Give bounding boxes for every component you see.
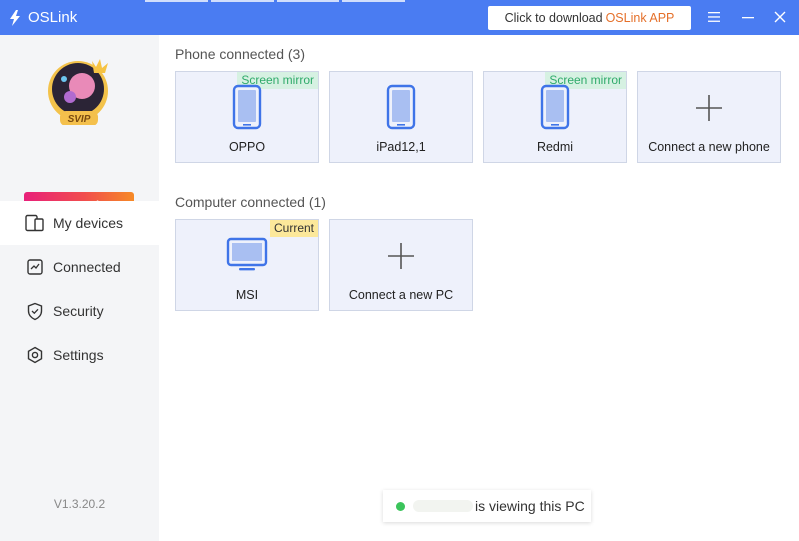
sidebar-nav: My devices Connected Security Settings	[0, 201, 159, 377]
download-highlight: OSLink APP	[605, 11, 675, 25]
minimize-button[interactable]	[737, 7, 759, 27]
viewing-status-toast: is viewing this PC	[383, 490, 591, 522]
device-name: iPad12,1	[376, 140, 426, 154]
gear-icon	[25, 345, 45, 365]
online-status-dot	[396, 501, 405, 511]
minimize-icon	[742, 17, 754, 19]
connect-pc-label: Connect a new PC	[348, 288, 454, 302]
connect-new-pc-card[interactable]: Connect a new PC	[329, 219, 473, 311]
device-card-msi[interactable]: Current MSI	[175, 219, 319, 311]
oslink-logo-icon	[10, 9, 20, 26]
plus-icon	[388, 243, 414, 269]
title-bar: OSLink Click to download OSLink APP	[0, 0, 799, 35]
sidebar-item-security[interactable]: Security	[0, 289, 159, 333]
title-bar-decoration	[145, 0, 405, 2]
sidebar: SVIP Renew VIP/SVIP My devices Connected…	[0, 35, 159, 541]
sidebar-item-my-devices[interactable]: My devices	[0, 201, 159, 245]
download-prefix: Click to download	[504, 11, 603, 25]
avatar-badge: SVIP	[68, 114, 91, 125]
devices-icon	[25, 213, 45, 233]
main-panel: Phone connected (3) Screen mirror OPPO i…	[159, 35, 799, 541]
close-button[interactable]	[769, 7, 791, 27]
close-icon	[774, 11, 786, 23]
device-name: Redmi	[536, 140, 574, 154]
sidebar-item-label: My devices	[53, 215, 124, 231]
redacted-user-name	[413, 500, 473, 512]
monitor-icon	[226, 237, 268, 271]
connected-icon	[25, 257, 45, 277]
avatar[interactable]: SVIP	[48, 55, 112, 126]
menu-button[interactable]	[703, 7, 725, 27]
shield-icon	[25, 301, 45, 321]
phone-icon	[540, 84, 570, 130]
phones-section-title: Phone connected (3)	[175, 46, 305, 62]
device-card-oppo[interactable]: Screen mirror OPPO	[175, 71, 319, 163]
hamburger-icon	[708, 12, 720, 22]
app-title: OSLink	[28, 9, 78, 26]
device-name: MSI	[235, 288, 259, 302]
download-app-button[interactable]: Click to download OSLink APP	[488, 6, 691, 30]
version-label: V1.3.20.2	[53, 497, 106, 511]
sidebar-item-connected[interactable]: Connected	[0, 245, 159, 289]
connect-phone-label: Connect a new phone	[648, 140, 770, 154]
svip-avatar-icon: SVIP	[48, 59, 108, 126]
computers-section-title: Computer connected (1)	[175, 194, 326, 210]
plus-icon	[696, 95, 722, 121]
connect-new-phone-card[interactable]: Connect a new phone	[637, 71, 781, 163]
sidebar-item-label: Security	[53, 303, 104, 319]
phone-icon	[232, 84, 262, 130]
viewing-status-text: is viewing this PC	[475, 498, 585, 514]
current-badge: Current	[269, 220, 318, 237]
sidebar-item-label: Connected	[53, 259, 121, 275]
sidebar-item-settings[interactable]: Settings	[0, 333, 159, 377]
sidebar-item-label: Settings	[53, 347, 104, 363]
brand: OSLink	[8, 9, 77, 26]
device-name: OPPO	[228, 140, 266, 154]
tablet-icon	[386, 84, 416, 130]
device-card-redmi[interactable]: Screen mirror Redmi	[483, 71, 627, 163]
device-card-ipad[interactable]: iPad12,1	[329, 71, 473, 163]
